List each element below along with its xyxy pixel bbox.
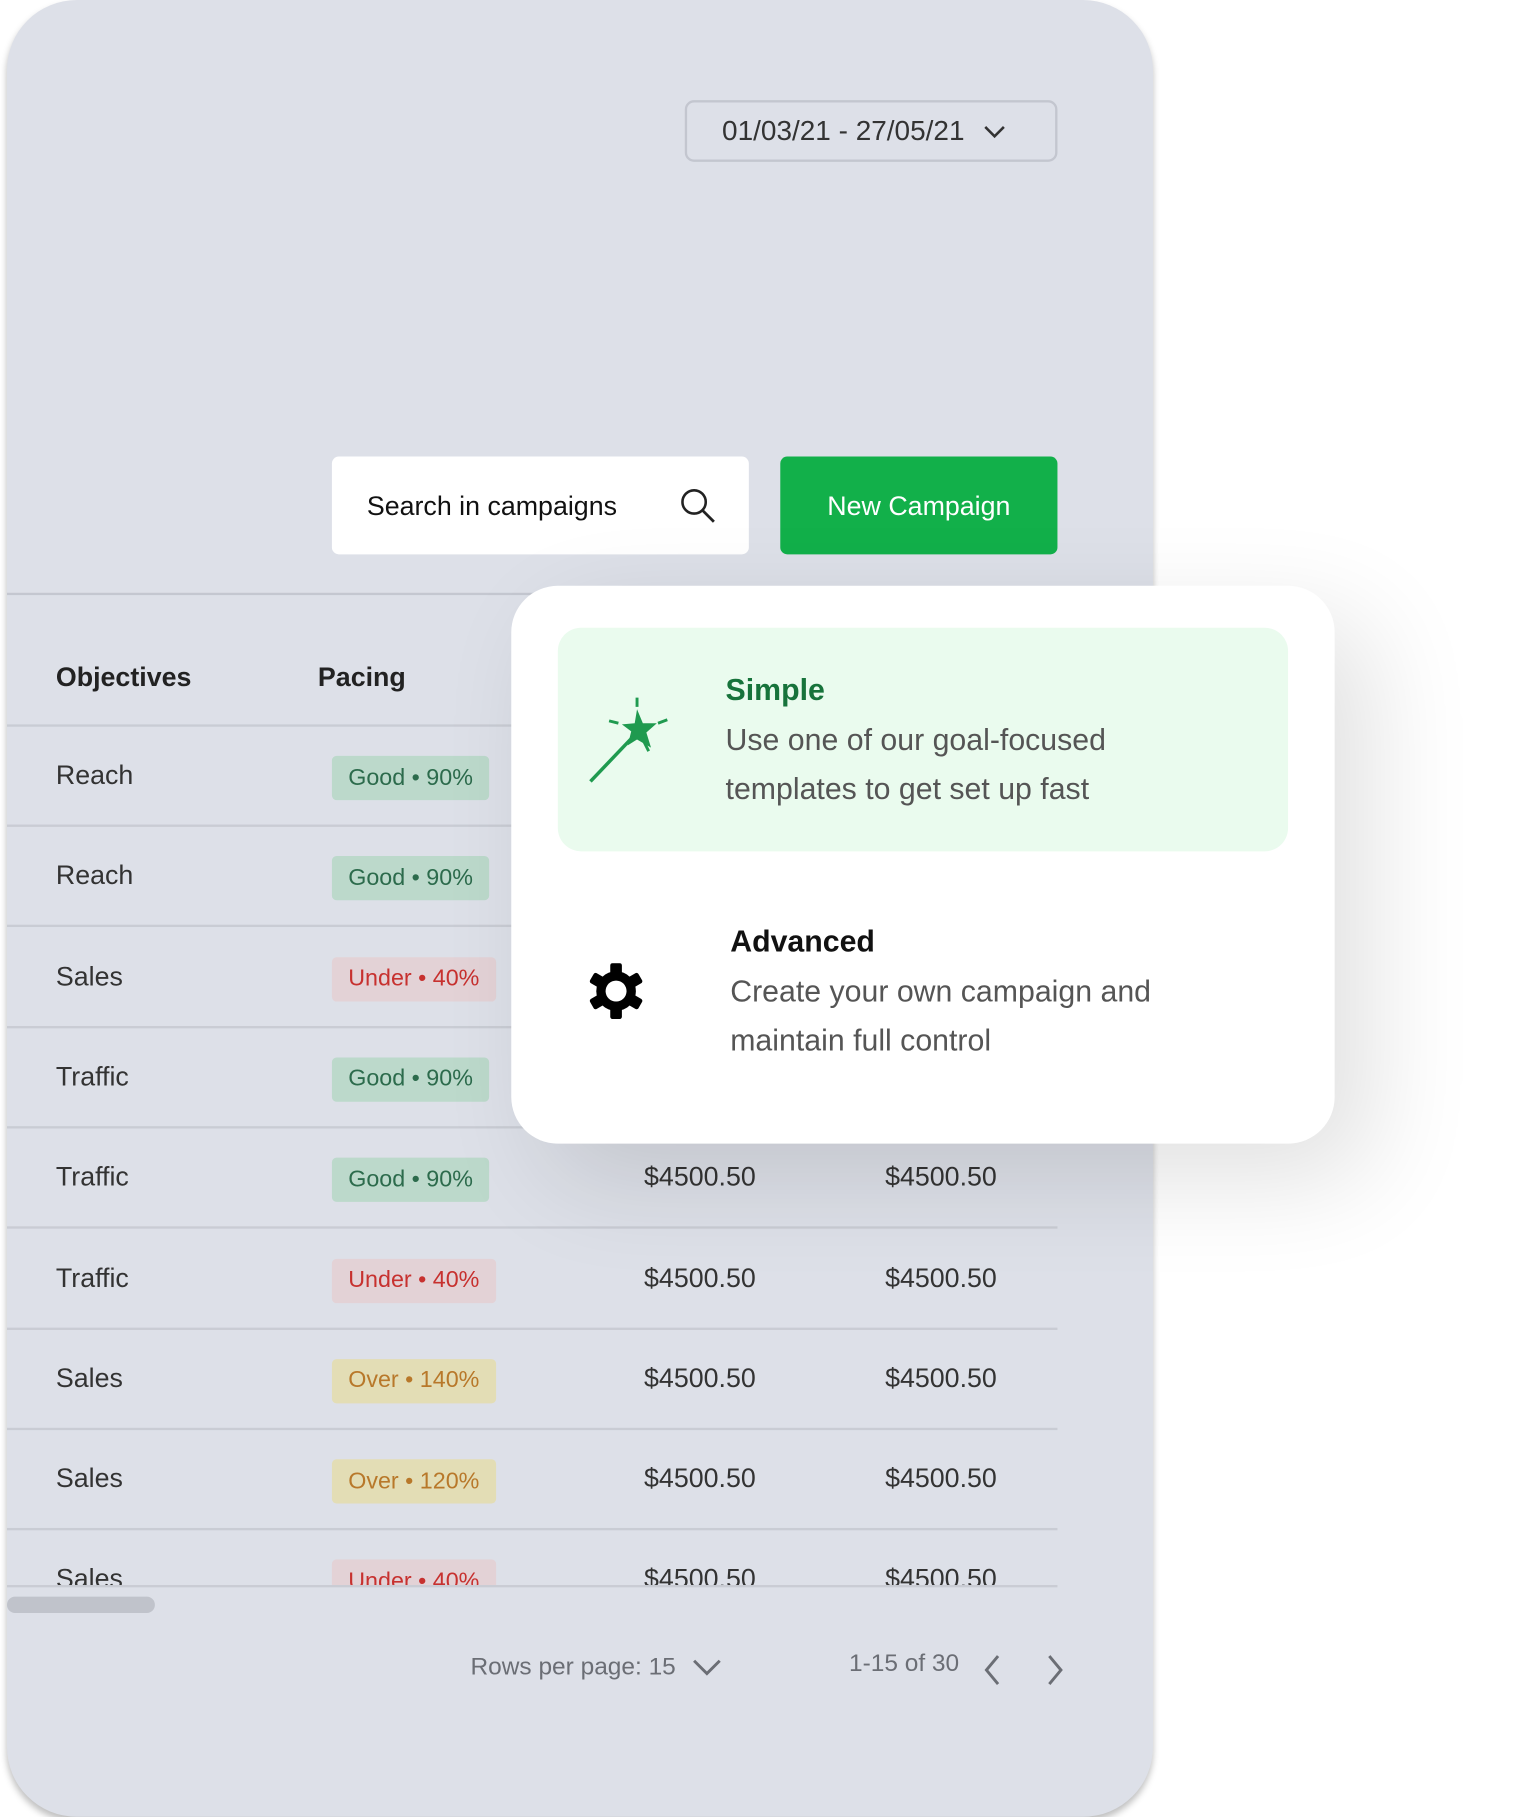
advanced-title: Advanced	[730, 923, 875, 959]
new-campaign-type-menu: Simple Use one of our goal-focused templ…	[511, 585, 1335, 1144]
objective-cell: Sales	[55, 1462, 123, 1494]
menu-option-simple[interactable]: Simple Use one of our goal-focused templ…	[557, 627, 1289, 852]
search-input[interactable]: Search in campaigns	[331, 456, 749, 555]
date-range-dropdown[interactable]: 01/03/21 - 27/05/21	[684, 100, 1058, 162]
chevron-down-icon	[984, 125, 1005, 138]
pacing-badge: Over • 140%	[331, 1358, 496, 1404]
header-objectives[interactable]: Objectives	[56, 661, 191, 692]
pacing-badge: Good • 90%	[331, 755, 490, 801]
gear-icon	[588, 963, 644, 1020]
table-row[interactable]: Sales Under • 40% $4500.50 $4500.50	[7, 1531, 1057, 1587]
table-row[interactable]: Traffic Good • 90% $4500.50 $4500.50	[6, 1129, 1058, 1229]
table-row[interactable]: Sales Over • 120% $4500.50 $4500.50	[6, 1430, 1058, 1531]
amount-cell: $4500.50	[885, 1462, 997, 1494]
pacing-badge: Under • 40%	[331, 1559, 496, 1587]
amount-cell: $4500.50	[885, 1161, 997, 1192]
advanced-description-line1: Create your own campaign and	[730, 973, 1152, 1009]
simple-description-line2: templates to get set up fast	[725, 770, 1090, 806]
objective-cell: Reach	[55, 759, 134, 790]
pacing-badge: Under • 40%	[331, 956, 496, 1002]
simple-title: Simple	[725, 671, 825, 707]
pacing-badge: Good • 90%	[331, 1157, 490, 1203]
chevron-down-icon[interactable]	[692, 1658, 722, 1677]
objective-cell: Reach	[55, 859, 134, 891]
simple-description-line1: Use one of our goal-focused	[725, 722, 1106, 757]
objective-cell: Sales	[55, 1362, 123, 1393]
amount-cell: $4500.50	[644, 1362, 756, 1393]
new-campaign-button[interactable]: New Campaign	[780, 456, 1058, 555]
pacing-badge: Under • 40%	[331, 1258, 496, 1303]
chevron-right-icon[interactable]	[1046, 1654, 1065, 1687]
menu-option-advanced[interactable]: Advanced Create your own campaign and ma…	[558, 889, 1288, 1099]
amount-cell: $4500.50	[885, 1261, 997, 1293]
advanced-description-line2: maintain full control	[730, 1022, 992, 1058]
objective-cell: Traffic	[55, 1060, 129, 1092]
date-range-value: 01/03/21 - 27/05/21	[722, 114, 965, 147]
magic-wand-icon	[589, 697, 668, 783]
header-pacing[interactable]: Pacing	[318, 661, 406, 692]
table-row[interactable]: Sales Over • 140% $4500.50 $4500.50	[6, 1330, 1058, 1430]
objective-cell: Sales	[55, 1563, 123, 1587]
amount-cell: $4500.50	[885, 1563, 997, 1587]
amount-cell: $4500.50	[644, 1462, 756, 1494]
search-placeholder: Search in campaigns	[366, 489, 618, 520]
amount-cell: $4500.50	[644, 1563, 756, 1587]
amount-cell: $4500.50	[644, 1161, 756, 1192]
pagination-range: 1-15 of 30	[848, 1650, 960, 1678]
rows-per-page-label: Rows per page: 15	[470, 1653, 676, 1681]
horizontal-scrollbar[interactable]	[6, 1596, 155, 1613]
objective-cell: Traffic	[55, 1261, 129, 1293]
table-row[interactable]: Traffic Under • 40% $4500.50 $4500.50	[6, 1229, 1058, 1330]
divider	[6, 1585, 1058, 1588]
pacing-badge: Good • 90%	[331, 1057, 490, 1102]
pacing-badge: Good • 90%	[331, 856, 490, 901]
objective-cell: Sales	[55, 960, 123, 991]
objective-cell: Traffic	[55, 1161, 129, 1192]
amount-cell: $4500.50	[644, 1261, 756, 1293]
pacing-badge: Over • 120%	[331, 1459, 496, 1504]
chevron-left-icon[interactable]	[983, 1654, 1002, 1687]
search-icon[interactable]	[679, 487, 716, 524]
amount-cell: $4500.50	[885, 1362, 997, 1393]
